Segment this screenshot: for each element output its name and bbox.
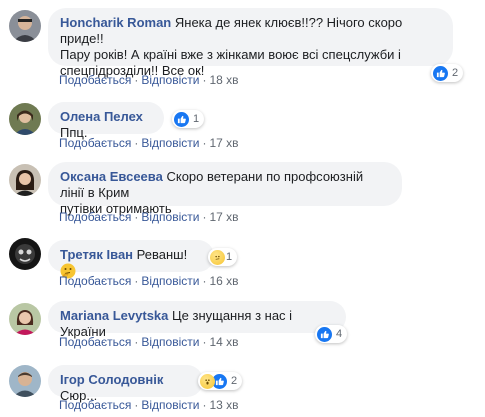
separator: · — [134, 73, 139, 87]
avatar[interactable] — [9, 365, 41, 397]
comment-bubble: Оксана Евсеева Скоро ветерани по профсою… — [48, 162, 402, 216]
reaction-count: 2 — [452, 67, 459, 79]
comment-bubble: Олена Пелех Ппц. — [48, 102, 164, 140]
reply-button[interactable]: Відповісти — [141, 73, 199, 87]
comment-actions: Подобається · Відповісти · 16 хв — [59, 274, 239, 288]
reply-button[interactable]: Відповісти — [141, 398, 199, 412]
like-button[interactable]: Подобається — [59, 73, 131, 87]
reaction-summary[interactable]: 1 — [172, 110, 205, 128]
thinking-emoji-icon — [210, 249, 225, 265]
reply-button[interactable]: Відповісти — [141, 335, 199, 349]
comment-text: Реванш! — [136, 247, 188, 262]
wow-icon — [200, 373, 215, 389]
like-button[interactable]: Подобається — [59, 398, 131, 412]
avatar[interactable] — [9, 238, 41, 270]
separator: · — [202, 136, 207, 150]
separator: · — [202, 398, 207, 412]
comment-actions: Подобається · Відповісти · 18 хв — [59, 73, 239, 87]
avatar[interactable] — [9, 10, 41, 42]
comment-actions: Подобається · Відповісти · 14 хв — [59, 335, 239, 349]
like-button[interactable]: Подобається — [59, 274, 131, 288]
comment-author[interactable]: Mariana Levytska — [60, 308, 168, 323]
reply-button[interactable]: Відповісти — [141, 210, 199, 224]
comment-bubble: Ігор Солодовнік Сюр... — [48, 365, 203, 403]
reply-button[interactable]: Відповісти — [141, 274, 199, 288]
reaction-summary[interactable]: 4 — [315, 325, 348, 343]
like-icon — [317, 326, 332, 342]
separator: · — [202, 335, 207, 349]
comment-author[interactable]: Олена Пелех — [60, 109, 143, 124]
comment-bubble: Третяк Іван Реванш! — [48, 240, 214, 279]
avatar[interactable] — [9, 103, 41, 135]
comment-author[interactable]: Оксана Евсеева — [60, 169, 163, 184]
like-icon — [433, 65, 448, 81]
timestamp[interactable]: 17 хв — [209, 210, 238, 224]
comment-actions: Подобається · Відповісти · 17 хв — [59, 136, 239, 150]
reaction-count: 1 — [193, 113, 200, 125]
comment-actions: Подобається · Відповісти · 17 хв — [59, 210, 239, 224]
like-button[interactable]: Подобається — [59, 136, 131, 150]
reply-button[interactable]: Відповісти — [141, 136, 199, 150]
comment-actions: Подобається · Відповісти · 13 хв — [59, 398, 239, 412]
timestamp[interactable]: 18 хв — [209, 73, 238, 87]
separator: · — [202, 73, 207, 87]
comment-author[interactable]: Honcharik Roman — [60, 15, 171, 30]
comment-author[interactable]: Ігор Солодовнік — [60, 372, 163, 387]
separator: · — [202, 210, 207, 224]
reaction-count: 2 — [231, 375, 238, 387]
separator: · — [202, 274, 207, 288]
reaction-summary[interactable]: 1 — [208, 248, 238, 266]
reaction-summary[interactable]: 2 — [431, 64, 464, 82]
comment-author[interactable]: Третяк Іван — [60, 247, 133, 262]
reaction-count: 1 — [226, 251, 233, 263]
avatar[interactable] — [9, 164, 41, 196]
timestamp[interactable]: 14 хв — [209, 335, 238, 349]
separator: · — [134, 274, 139, 288]
reaction-summary[interactable]: 2 — [198, 372, 243, 390]
comment-bubble: Mariana Levytska Це знущання з нас і Укр… — [48, 301, 346, 339]
avatar[interactable] — [9, 303, 41, 335]
comment-bubble: Honcharik Roman Янека де янек клюєв!!?? … — [48, 8, 453, 78]
like-button[interactable]: Подобається — [59, 335, 131, 349]
timestamp[interactable]: 13 хв — [209, 398, 238, 412]
separator: · — [134, 335, 139, 349]
separator: · — [134, 136, 139, 150]
like-button[interactable]: Подобається — [59, 210, 131, 224]
timestamp[interactable]: 17 хв — [209, 136, 238, 150]
reaction-count: 4 — [336, 328, 343, 340]
like-icon — [174, 111, 189, 127]
timestamp[interactable]: 16 хв — [209, 274, 238, 288]
separator: · — [134, 210, 139, 224]
separator: · — [134, 398, 139, 412]
comment-text: Пару років! А країні вже з жінками воює … — [60, 47, 401, 62]
